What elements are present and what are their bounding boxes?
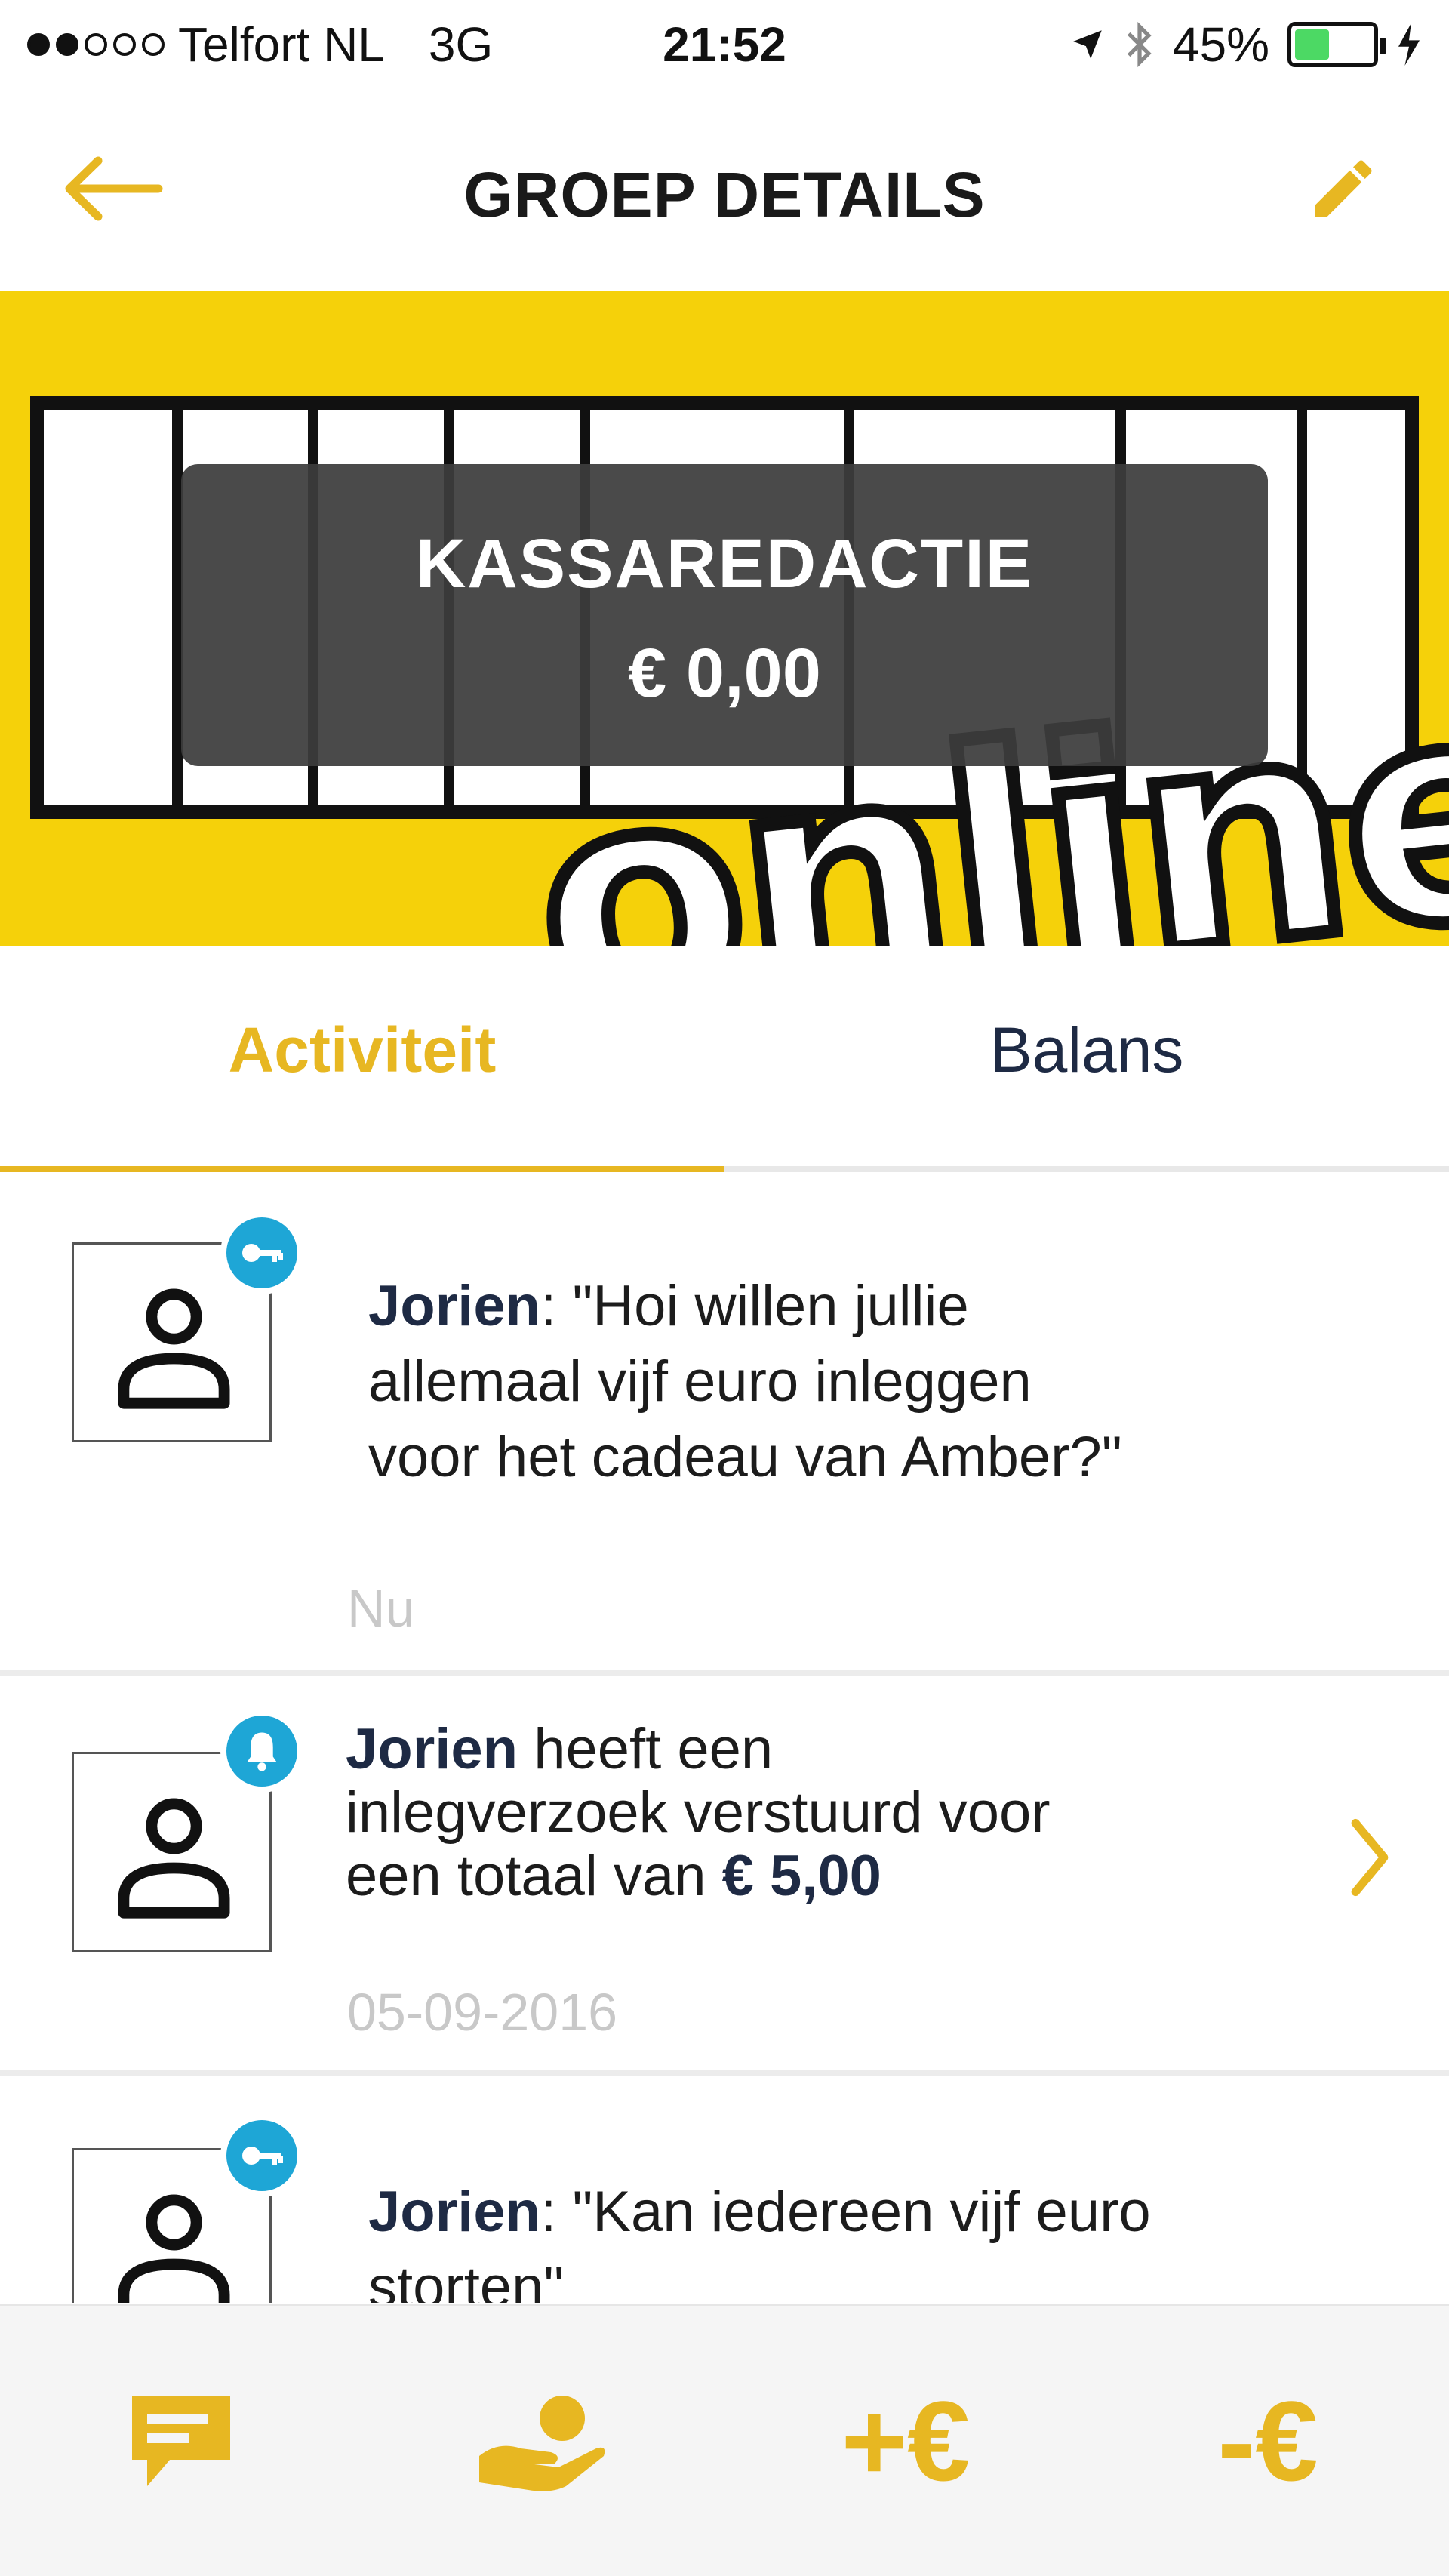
tab-balans[interactable]: Balans xyxy=(724,1014,1449,1087)
admin-badge xyxy=(220,1211,303,1294)
battery-percent: 45% xyxy=(1172,17,1269,72)
message-author: Jorien xyxy=(368,2180,541,2244)
message-line: voor het cadeau van Amber?" xyxy=(368,1425,1122,1489)
timestamp: Nu xyxy=(347,1579,415,1638)
list-item[interactable]: Jorien heeft een inlegverzoek verstuurd … xyxy=(0,1676,1449,2076)
person-icon xyxy=(118,2194,230,2303)
list-item[interactable]: Jorien: "Kan iedereen vijf euro storten" xyxy=(0,2076,1449,2303)
notification-badge xyxy=(220,1710,303,1793)
pencil-icon xyxy=(1315,160,1372,217)
chat-icon xyxy=(132,2396,230,2486)
activity-feed[interactable]: Jorien: "Hoi willen jullie allemaal vijf… xyxy=(0,1178,1449,2303)
send-message-button[interactable] xyxy=(0,2306,362,2576)
group-summary-card: KASSAREDACTIE € 0,00 xyxy=(181,464,1268,766)
group-banner: online KASSAREDACTIE € 0,00 xyxy=(0,291,1449,946)
message-text: Jorien: "Hoi willen jullie allemaal vijf… xyxy=(368,1269,1122,1495)
request-text: Jorien heeft een inlegverzoek verstuurd … xyxy=(346,1717,1051,1908)
edit-group-button[interactable] xyxy=(1298,143,1389,234)
admin-badge xyxy=(220,2114,303,2197)
battery-level-fill xyxy=(1295,29,1329,60)
bluetooth-icon xyxy=(1127,21,1152,68)
location-arrow-icon xyxy=(1073,30,1102,59)
person-icon xyxy=(118,1798,230,1919)
status-bar: Telfort NL 3G 21:52 45% xyxy=(0,0,1449,91)
tab-bar: Activiteit Balans xyxy=(0,946,1449,1172)
person-icon xyxy=(118,1288,230,1409)
chevron-right-icon xyxy=(1351,1818,1389,1897)
battery-icon xyxy=(1287,22,1386,67)
hand-coin-icon xyxy=(479,2396,605,2491)
list-item[interactable]: Jorien: "Hoi willen jullie allemaal vijf… xyxy=(0,1178,1449,1676)
status-right: 45% xyxy=(1069,17,1422,72)
message-text: Jorien: "Kan iedereen vijf euro storten" xyxy=(368,2174,1151,2303)
timestamp: 05-09-2016 xyxy=(347,1983,618,2042)
bell-icon xyxy=(247,1732,277,1771)
page-title: GROEP DETAILS xyxy=(463,159,986,230)
key-icon xyxy=(242,1244,283,1262)
open-request-button[interactable] xyxy=(1336,1812,1404,1903)
key-icon xyxy=(242,2147,283,2165)
active-tab-indicator xyxy=(0,1166,724,1172)
tab-activiteit[interactable]: Activiteit xyxy=(0,1014,724,1087)
top-navigation: GROEP DETAILS xyxy=(0,113,1449,279)
group-name: KASSAREDACTIE xyxy=(415,525,1034,602)
add-money-button[interactable]: +€ xyxy=(724,2306,1087,2576)
message-author: Jorien xyxy=(368,1274,541,1338)
request-author: Jorien xyxy=(346,1717,518,1781)
message-line: "Hoi willen jullie xyxy=(572,1274,969,1338)
withdraw-money-button[interactable]: -€ xyxy=(1087,2306,1449,2576)
collect-money-button[interactable] xyxy=(362,2306,724,2576)
request-amount: € 5,00 xyxy=(721,1844,881,1908)
message-line: storten" xyxy=(368,2255,565,2303)
charging-bolt-icon xyxy=(1398,23,1420,66)
bottom-action-bar: +€ -€ xyxy=(0,2304,1449,2576)
message-line: allemaal vijf euro inleggen xyxy=(368,1350,1032,1414)
message-line: "Kan iedereen vijf euro xyxy=(572,2180,1151,2244)
group-balance: € 0,00 xyxy=(628,635,821,712)
